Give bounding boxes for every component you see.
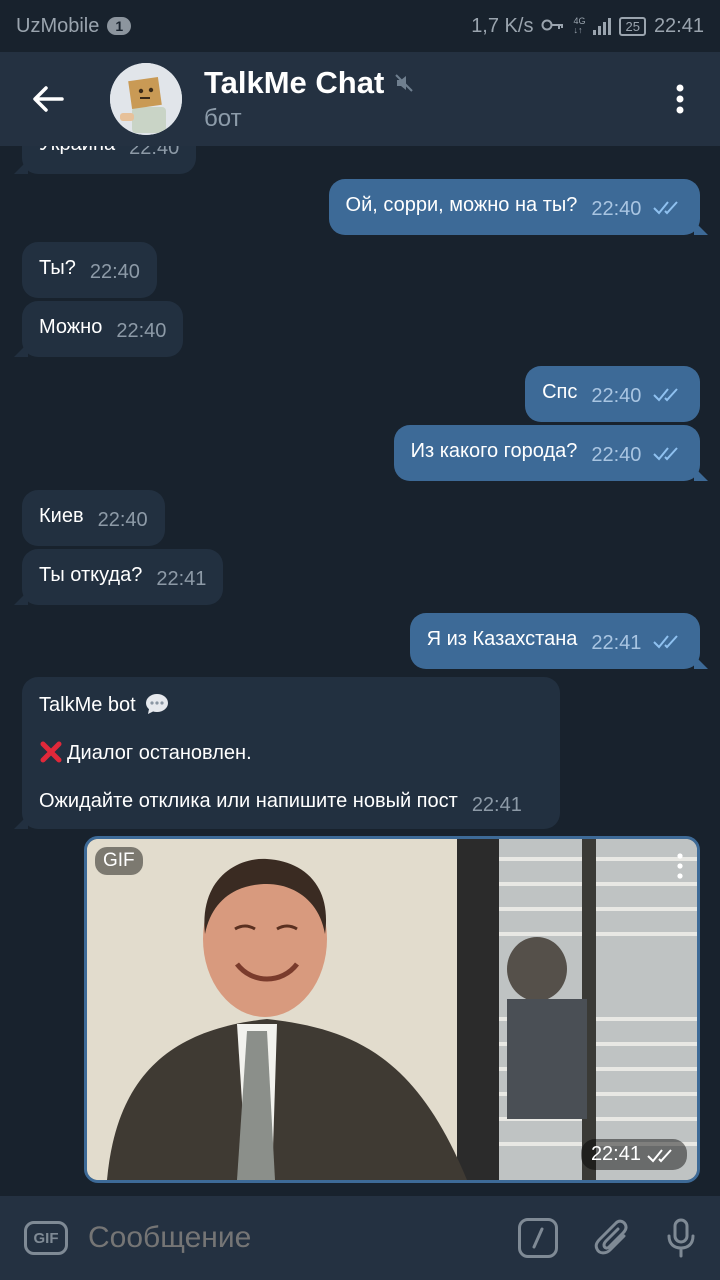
- message-incoming[interactable]: Можно 22:40: [14, 301, 184, 357]
- bot-message-header: TalkMe bot: [39, 691, 543, 719]
- chat-area[interactable]: Украина 22:40 Ой, сорри, можно на ты? 22:4…: [0, 146, 720, 1196]
- bot-hint-text: Ожидайте отклика или напишите новый пост: [39, 790, 458, 812]
- bot-commands-button[interactable]: [518, 1218, 558, 1258]
- double-check-icon: [653, 447, 678, 461]
- message-text: Ты?: [39, 257, 76, 279]
- message-incoming[interactable]: Ты? 22:40: [22, 242, 157, 298]
- avatar[interactable]: [110, 63, 182, 135]
- bot-status-text: Диалог остановлен.: [67, 742, 252, 764]
- back-button[interactable]: [0, 52, 96, 146]
- microphone-icon[interactable]: [666, 1218, 696, 1258]
- input-actions: [518, 1218, 696, 1258]
- message-time: 22:40: [591, 385, 642, 407]
- bot-message[interactable]: TalkMe bot Диалог остановлен. Ожидайте о…: [14, 677, 560, 829]
- gif-time-text: 22:41: [590, 1143, 641, 1165]
- message-time: 22:40: [89, 261, 140, 283]
- double-check-icon: [647, 1148, 672, 1162]
- gif-image: [87, 839, 697, 1180]
- slash-icon: [532, 1227, 544, 1249]
- message-time: 22:40: [129, 146, 180, 159]
- gif-timestamp: 22:41: [580, 1139, 687, 1170]
- muted-icon: [395, 74, 414, 92]
- carrier-name: UzMobile: [16, 14, 100, 37]
- message-text: Я из Казахстана: [426, 628, 578, 650]
- status-bar: UzMobile 1 1,7 K/s 4G ↓↑ 25 22:41: [0, 0, 720, 52]
- chat-subtitle: бот: [204, 105, 242, 132]
- double-check-icon: [653, 201, 678, 215]
- chat-title: TalkMe Chat: [204, 65, 385, 100]
- message-incoming[interactable]: Киев 22:40: [22, 490, 165, 546]
- more-vertical-icon: [676, 84, 684, 114]
- message-outgoing[interactable]: Спс 22:40: [525, 366, 700, 422]
- message-incoming[interactable]: Ты откуда? 22:41: [14, 549, 224, 605]
- status-right: 1,7 K/s 4G ↓↑ 25 22:41: [471, 15, 704, 38]
- more-vertical-icon[interactable]: [677, 853, 683, 879]
- carrier-group: UzMobile 1: [16, 14, 132, 38]
- message-text: Ты откуда?: [39, 564, 143, 586]
- gif-badge: GIF: [95, 847, 143, 875]
- message-text: Киев: [39, 505, 84, 527]
- message-text: Ой, сорри, можно на ты?: [345, 194, 578, 216]
- message-time: 22:40: [116, 320, 167, 342]
- bot-name: TalkMe bot: [39, 694, 136, 716]
- message-outgoing[interactable]: Ой, сорри, можно на ты? 22:40: [328, 179, 708, 235]
- message-text: Украина: [39, 146, 115, 155]
- message-incoming[interactable]: Украина 22:40: [14, 146, 197, 174]
- double-check-icon: [653, 388, 678, 402]
- message-time: 22:41: [591, 632, 642, 654]
- message-time: 22:40: [591, 444, 642, 466]
- network-speed: 1,7 K/s: [471, 14, 534, 37]
- battery-icon: 25: [619, 16, 646, 36]
- message-outgoing[interactable]: Из какого города? 22:40: [393, 425, 708, 481]
- clock: 22:41: [653, 14, 704, 37]
- attach-paperclip-icon[interactable]: [594, 1218, 630, 1258]
- message-outgoing[interactable]: Я из Казахстана 22:41: [409, 613, 708, 669]
- message-text: Из какого города?: [410, 440, 578, 462]
- gif-message[interactable]: GIF 22:41: [84, 836, 700, 1183]
- chat-header: TalkMe Chat бот: [0, 52, 720, 146]
- bot-hint-line: Ожидайте отклика или напишите новый пост…: [39, 787, 543, 819]
- message-text: Спс: [542, 381, 578, 403]
- message-time: 22:41: [471, 794, 522, 816]
- message-time: 22:40: [591, 198, 642, 220]
- signal-icon: [593, 17, 612, 35]
- message-input[interactable]: [88, 1221, 448, 1255]
- message-text: Можно: [39, 316, 103, 338]
- red-cross-icon: [40, 741, 62, 763]
- key-icon: [541, 15, 565, 38]
- network-type-icon: 4G ↓↑: [573, 16, 586, 35]
- message-time: 22:40: [97, 509, 148, 531]
- speech-bubble-icon: [146, 694, 169, 714]
- more-options-button[interactable]: [640, 52, 720, 146]
- arrow-left-icon: [33, 86, 64, 112]
- message-time: 22:41: [156, 568, 207, 590]
- message-input-bar: GIF: [0, 1196, 720, 1280]
- double-check-icon: [653, 635, 678, 649]
- notification-count-badge: 1: [107, 17, 132, 35]
- bot-avatar-icon: [110, 63, 182, 135]
- bot-status-line: Диалог остановлен.: [39, 739, 543, 767]
- gif-button[interactable]: GIF: [24, 1221, 68, 1255]
- title-block[interactable]: TalkMe Chat бот: [204, 65, 414, 133]
